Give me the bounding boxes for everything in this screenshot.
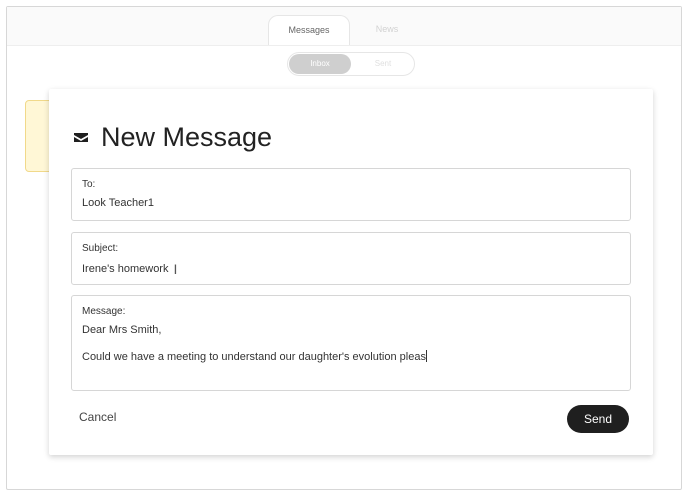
subject-field[interactable]: Subject: Irene's homework I	[71, 232, 631, 285]
top-tab-bar: Messages News	[7, 7, 681, 46]
subject-value: Irene's homework	[82, 263, 169, 275]
message-field[interactable]: Message: Dear Mrs Smith, Could we have a…	[71, 295, 631, 391]
envelope-icon	[73, 129, 89, 145]
subject-value-row: Irene's homework I	[82, 261, 177, 277]
cancel-button[interactable]: Cancel	[79, 410, 116, 424]
message-body-row: Could we have a meeting to understand ou…	[82, 350, 427, 363]
message-label: Message:	[82, 306, 126, 317]
message-greeting: Dear Mrs Smith,	[82, 324, 162, 336]
subject-label: Subject:	[82, 243, 119, 254]
sent-button[interactable]: Sent	[354, 54, 412, 74]
tab-news[interactable]: News	[357, 15, 417, 45]
inbox-button[interactable]: Inbox	[289, 54, 351, 74]
to-label: To:	[82, 179, 96, 190]
text-caret	[425, 350, 427, 362]
send-button[interactable]: Send	[567, 405, 629, 433]
new-message-dialog: New Message To: Look Teacher1 Subject: I…	[49, 89, 653, 455]
dialog-header: New Message	[73, 117, 272, 157]
to-field[interactable]: To: Look Teacher1	[71, 168, 631, 221]
text-cursor-icon: I	[173, 261, 178, 277]
message-body: Could we have a meeting to understand ou…	[82, 351, 426, 363]
tab-messages[interactable]: Messages	[268, 15, 350, 45]
app-window: Messages News Inbox Sent ⌄ New Message T…	[6, 6, 682, 490]
folder-toggle: Inbox Sent	[287, 52, 415, 76]
dialog-title: New Message	[101, 121, 273, 152]
to-value: Look Teacher1	[82, 197, 154, 209]
